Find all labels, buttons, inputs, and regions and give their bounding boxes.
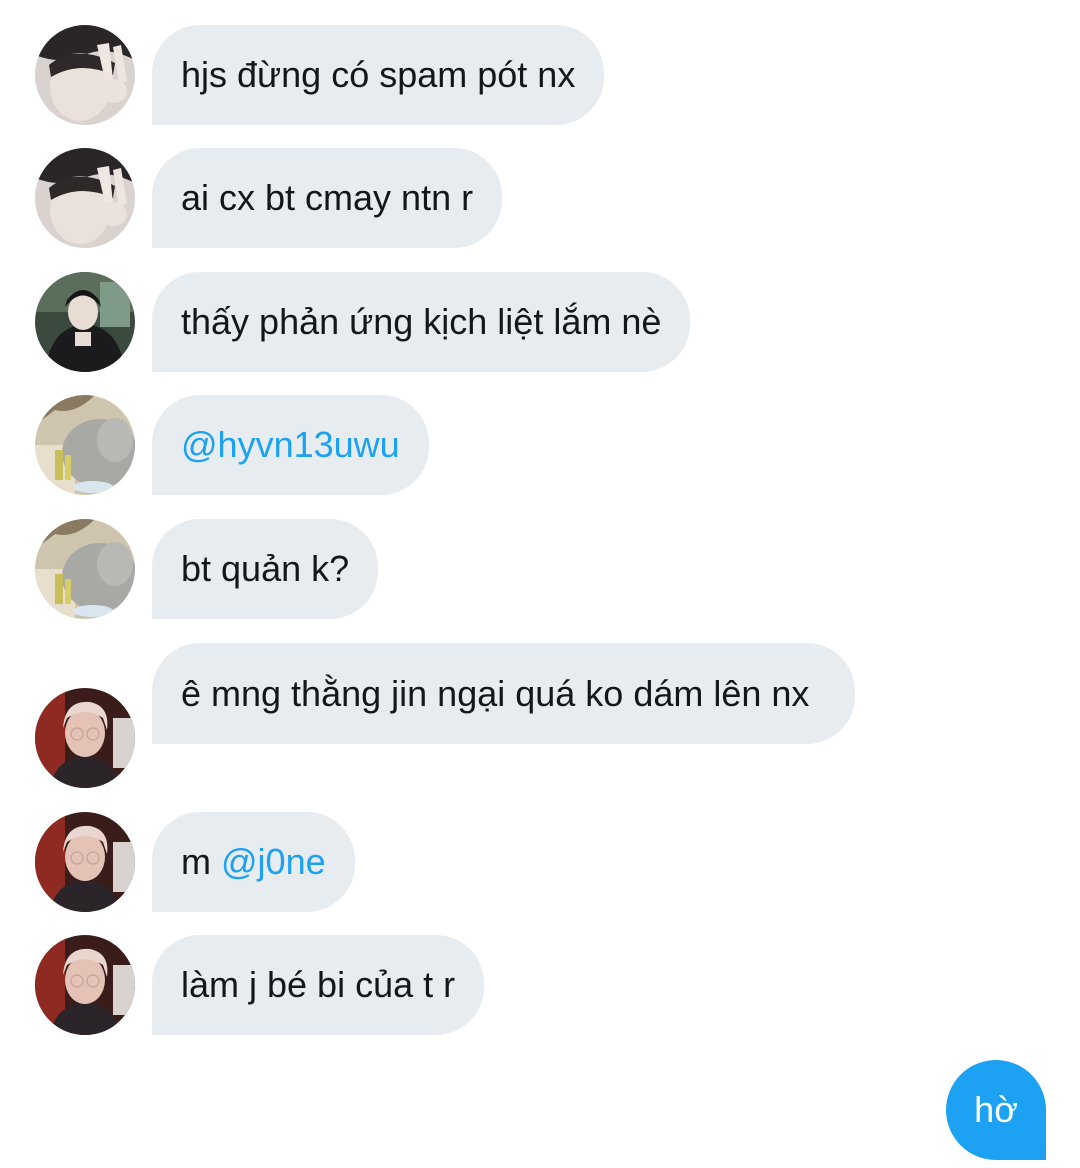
message-bubble[interactable]: bt quản k?	[152, 519, 379, 619]
avatar-plush-toy-icon	[35, 395, 135, 495]
message-bubble[interactable]: thấy phản ứng kịch liệt lắm nè	[152, 272, 691, 372]
avatar[interactable]	[35, 25, 135, 125]
avatar[interactable]	[35, 395, 135, 495]
message-bubble[interactable]: m @j0ne	[152, 812, 355, 912]
avatar-glasses-red-light-icon	[35, 688, 135, 788]
message-bubble[interactable]: làm j bé bi của t r	[152, 935, 485, 1035]
message-text: hjs đừng có spam pót nx	[181, 54, 576, 95]
message-text: ê mng thằng jin ngại quá ko dám lên nx	[181, 673, 810, 714]
message-bubble[interactable]: ai cx bt cmay ntn r	[152, 148, 503, 248]
avatar-peace-sign-icon	[35, 25, 135, 125]
avatar[interactable]	[35, 272, 135, 372]
avatar[interactable]	[35, 688, 135, 788]
avatar-plush-toy-icon	[35, 519, 135, 619]
avatar[interactable]	[35, 148, 135, 248]
mention-link[interactable]: @hyvn13uwu	[181, 424, 400, 465]
avatar[interactable]	[35, 935, 135, 1035]
message-text: làm j bé bi của t r	[181, 964, 456, 1005]
message-bubble[interactable]: hjs đừng có spam pót nx	[152, 25, 605, 125]
outgoing-message-text: hờ	[974, 1089, 1018, 1130]
mention-link[interactable]: @j0ne	[221, 841, 326, 882]
message-bubble[interactable]: ê mng thằng jin ngại quá ko dám lên nx	[152, 643, 855, 744]
message-text: m	[181, 841, 221, 882]
avatar-glasses-red-light-icon	[35, 935, 135, 1035]
message-text: ai cx bt cmay ntn r	[181, 177, 474, 218]
avatar-glasses-red-light-icon	[35, 812, 135, 912]
message-bubble[interactable]: @hyvn13uwu	[152, 395, 429, 495]
message-text: bt quản k?	[181, 548, 350, 589]
avatar-dark-jacket-icon	[35, 272, 135, 372]
avatar-peace-sign-icon	[35, 148, 135, 248]
avatar[interactable]	[35, 519, 135, 619]
avatar[interactable]	[35, 812, 135, 912]
message-text: thấy phản ứng kịch liệt lắm nè	[181, 301, 662, 342]
outgoing-message-bubble[interactable]: hờ	[946, 1060, 1046, 1160]
